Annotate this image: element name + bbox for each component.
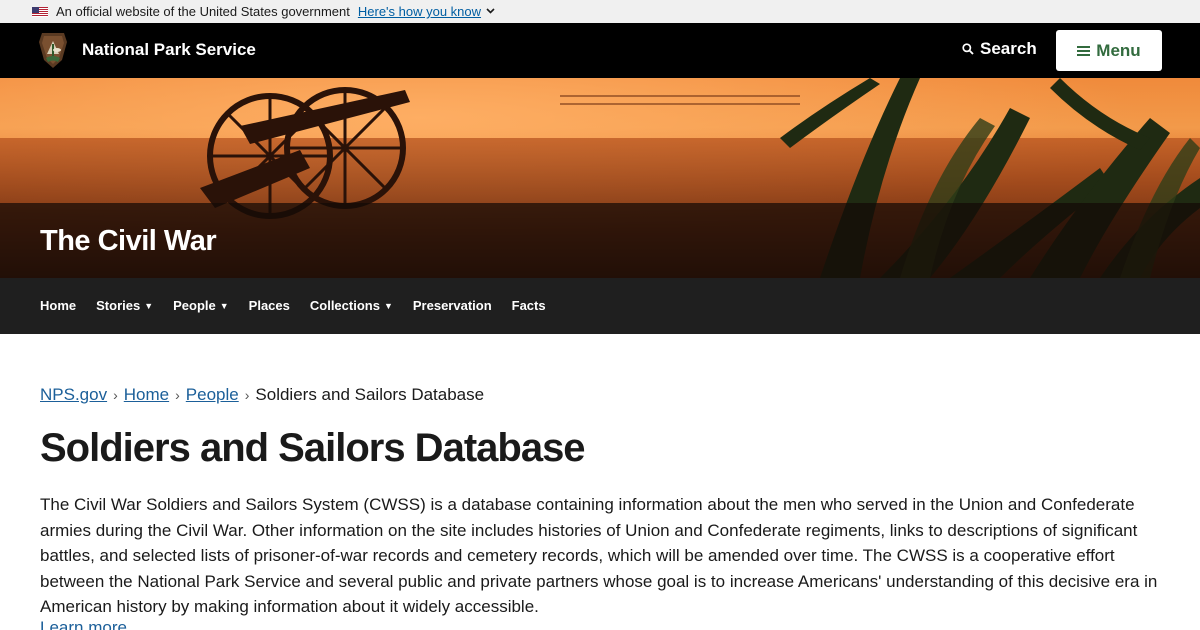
nav-item-label: Places	[248, 298, 290, 313]
hero-title-bar: The Civil War	[0, 203, 1200, 278]
how-you-know-label: Here's how you know	[357, 4, 482, 19]
site-title[interactable]: National Park Service	[82, 40, 256, 60]
us-flag-icon	[32, 6, 48, 17]
search-label: Search	[980, 39, 1037, 58]
nav-item-collections[interactable]: Collections ▼	[310, 298, 393, 313]
caret-down-icon: ▼	[144, 300, 154, 311]
chevron-right-icon: ›	[113, 387, 118, 403]
section-nav: Home Stories ▼ People ▼ Places Collections…	[0, 278, 1200, 334]
caret-down-icon: ▼	[219, 300, 229, 311]
nav-item-label: Facts	[511, 298, 546, 313]
breadcrumb-link-home[interactable]: Home	[124, 385, 169, 405]
breadcrumb: NPS.gov › Home › People › Soldiers and S…	[40, 385, 484, 405]
intro-paragraph: The Civil War Soldiers and Sailors Syste…	[40, 495, 1158, 616]
nav-item-label: Home	[40, 298, 77, 313]
hero-banner: The Civil War	[0, 78, 1200, 278]
nav-item-label: Stories	[96, 298, 141, 313]
nav-item-stories[interactable]: Stories ▼	[96, 298, 153, 313]
nav-item-people[interactable]: People ▼	[173, 298, 229, 313]
menu-label: Menu	[1096, 40, 1141, 60]
nav-item-label: Collections	[309, 298, 380, 313]
nav-item-home[interactable]: Home	[40, 298, 76, 313]
nav-item-facts[interactable]: Facts	[512, 298, 546, 313]
gov-banner: An official website of the United States…	[0, 0, 1200, 23]
chevron-right-icon: ›	[244, 387, 250, 403]
hamburger-icon	[1077, 44, 1091, 58]
search-button[interactable]: Search	[962, 39, 1037, 59]
how-you-know-link[interactable]: Here's how you know	[358, 4, 495, 19]
search-icon	[962, 43, 974, 55]
caret-down-icon: ▼	[383, 300, 393, 311]
chevron-right-icon: ›	[175, 387, 180, 403]
nav-item-preservation[interactable]: Preservation	[413, 298, 492, 313]
chevron-down-icon	[486, 6, 495, 17]
nav-item-label: Preservation	[412, 298, 492, 313]
breadcrumb-current: Soldiers and Sailors Database	[255, 385, 485, 404]
menu-button[interactable]: Menu	[1056, 30, 1162, 71]
site-header: National Park Service Search Menu	[0, 23, 1200, 78]
nav-item-label: People	[173, 298, 216, 313]
page-title: Soldiers and Sailors Database	[40, 426, 586, 470]
nav-item-places[interactable]: Places	[249, 298, 290, 313]
breadcrumb-link-nps[interactable]: NPS.gov	[40, 385, 107, 405]
breadcrumb-link-people[interactable]: People	[186, 385, 239, 405]
learn-more-link[interactable]: Learn more	[40, 618, 127, 630]
nps-arrowhead-logo-icon[interactable]	[38, 32, 68, 69]
gov-banner-text: An official website of the United States…	[56, 4, 350, 19]
hero-title[interactable]: The Civil War	[40, 225, 217, 258]
